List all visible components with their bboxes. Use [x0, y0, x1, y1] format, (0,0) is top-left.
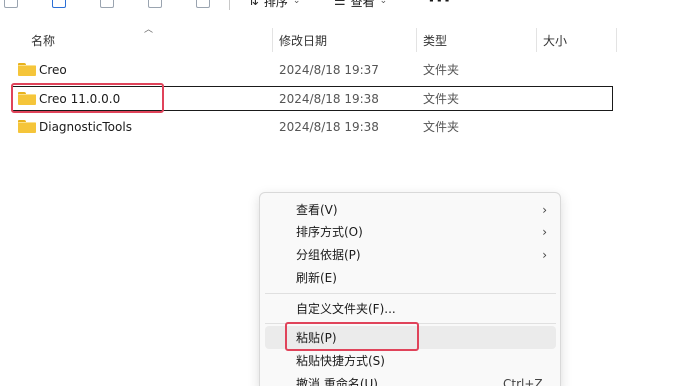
- command-toolbar: ⇅ 排序 ⌄ ☰ 查看 ⌄ ···: [0, 0, 697, 12]
- sort-button[interactable]: ⇅ 排序 ⌄: [248, 0, 300, 9]
- menu-item-refresh[interactable]: 刷新(E): [265, 266, 556, 289]
- chevron-right-icon: ›: [542, 224, 547, 239]
- chevron-down-icon: ⌄: [379, 0, 388, 6]
- menu-item-customize-folder[interactable]: 自定义文件夹(F)...: [265, 297, 556, 320]
- column-divider[interactable]: [616, 28, 617, 52]
- context-menu: 查看(V) › 排序方式(O) › 分组依据(P) › 刷新(E) 自定义文件夹…: [259, 192, 561, 386]
- chevron-down-icon: ⌄: [292, 0, 301, 6]
- more-options-button[interactable]: ···: [428, 0, 452, 11]
- annotation-highlight-paste: [285, 322, 419, 351]
- chevron-right-icon: ›: [542, 202, 547, 217]
- view-icon: ☰: [334, 0, 346, 9]
- column-size[interactable]: 大小: [537, 28, 616, 52]
- view-button[interactable]: ☰ 查看 ⌄: [334, 0, 387, 9]
- chevron-right-icon: ›: [542, 247, 547, 262]
- column-name[interactable]: 名称: [25, 28, 272, 52]
- menu-item-view[interactable]: 查看(V) ›: [265, 198, 556, 221]
- folder-icon: [18, 63, 36, 76]
- file-row[interactable]: Creo 2024/8/18 19:37 文件夹: [12, 57, 613, 82]
- menu-item-sort-by[interactable]: 排序方式(O) ›: [265, 220, 556, 243]
- rename-icon[interactable]: [100, 0, 114, 8]
- menu-item-undo-rename[interactable]: 撤消 重命名(U) Ctrl+Z: [265, 372, 556, 386]
- menu-item-paste-shortcut[interactable]: 粘贴快捷方式(S): [265, 349, 556, 372]
- menu-separator: [265, 293, 556, 294]
- folder-icon: [18, 120, 36, 133]
- paste-icon[interactable]: [52, 0, 66, 8]
- menu-item-group-by[interactable]: 分组依据(P) ›: [265, 243, 556, 266]
- sort-icon: ⇅: [248, 0, 259, 9]
- annotation-highlight-folder: [11, 83, 164, 113]
- column-type[interactable]: 类型: [417, 28, 536, 52]
- file-row[interactable]: DiagnosticTools 2024/8/18 19:38 文件夹: [12, 114, 613, 139]
- share-icon[interactable]: [148, 0, 162, 8]
- column-date[interactable]: 修改日期: [273, 28, 416, 52]
- copy-icon[interactable]: [4, 0, 18, 8]
- column-header: ︿ 名称 修改日期 类型 大小: [0, 22, 697, 52]
- toolbar-divider: [229, 0, 230, 10]
- delete-icon[interactable]: [196, 0, 210, 8]
